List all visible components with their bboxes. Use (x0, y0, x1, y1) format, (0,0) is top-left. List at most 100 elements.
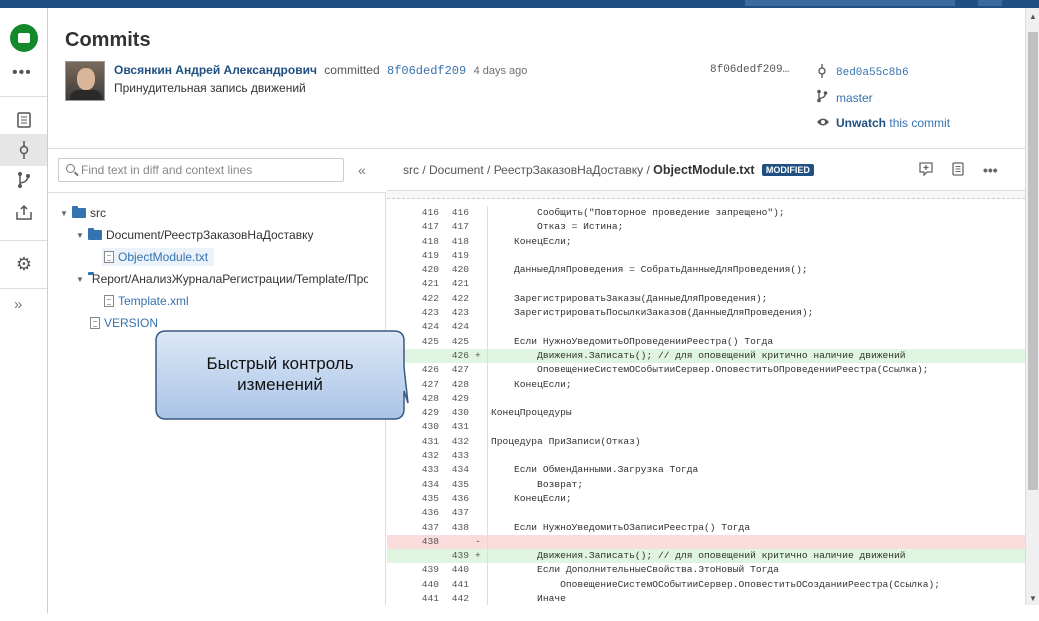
tree-folder-src[interactable]: ▼ src (60, 206, 106, 220)
diff-line[interactable]: 416 416 Сообщить("Повторное проведение за… (387, 206, 1025, 221)
diff-line[interactable]: 427 428 КонецЕсли; (387, 377, 1025, 392)
scroll-down-icon[interactable]: ▼ (1029, 594, 1037, 603)
watch-toggle[interactable]: Unwatch this commit (816, 116, 950, 130)
new-line-number[interactable]: 427 (441, 363, 469, 377)
new-line-number[interactable]: 418 (441, 235, 469, 249)
tree-file-objectmodule[interactable]: ObjectModule.txt (102, 248, 215, 266)
expanded-triangle-icon[interactable]: ▼ (76, 231, 84, 240)
settings-gear-icon[interactable]: ⚙ (12, 252, 36, 276)
top-bar-user-button[interactable] (978, 0, 1002, 6)
old-line-number[interactable]: 433 (387, 463, 439, 477)
old-line-number[interactable]: 420 (387, 263, 439, 277)
diff-line[interactable]: 437 438 Если НужноУведомитьОЗаписиРеестра… (387, 520, 1025, 535)
diff-line[interactable]: 432 433 (387, 449, 1025, 464)
parent-hash-link[interactable]: 8ed0a55c8b6 (836, 67, 909, 79)
source-icon[interactable] (12, 108, 36, 132)
new-line-number[interactable]: 420 (441, 263, 469, 277)
diff-line[interactable]: 423 423 ЗарегистрироватьПосылкиЗаказов(Да… (387, 306, 1025, 321)
old-line-number[interactable]: 441 (387, 592, 439, 605)
old-line-number[interactable]: 418 (387, 235, 439, 249)
unwatch-label[interactable]: Unwatch (836, 116, 886, 130)
more-actions-icon[interactable]: ••• (12, 64, 32, 82)
new-line-number[interactable]: 425 (441, 335, 469, 349)
diff-line[interactable]: 426 427 ОповещениеСистемОСобытииСервер.Оп… (387, 363, 1025, 378)
new-line-number[interactable]: 429 (441, 392, 469, 406)
author-link[interactable]: Овсянкин Андрей Александрович (114, 63, 317, 77)
add-comment-icon[interactable] (919, 162, 933, 179)
new-line-number[interactable]: 423 (441, 306, 469, 320)
scrollbar-thumb[interactable] (1028, 32, 1038, 490)
diff-line[interactable]: 418 418 КонецЕсли; (387, 234, 1025, 249)
pull-request-create-icon[interactable] (12, 200, 36, 224)
diff-line[interactable]: 425 425 Если НужноУведомитьОПроведенииРее… (387, 334, 1025, 349)
old-line-number[interactable]: 435 (387, 492, 439, 506)
old-line-number[interactable]: 434 (387, 478, 439, 492)
diff-search-box[interactable] (58, 158, 344, 182)
diff-line[interactable]: 420 420 ДанныеДляПроведения = СобратьДанн… (387, 263, 1025, 278)
diff-line[interactable]: 430 431 (387, 420, 1025, 435)
old-line-number[interactable]: 436 (387, 506, 439, 520)
diff-line[interactable]: 422 422 ЗарегистрироватьЗаказы(ДанныеДляП… (387, 291, 1025, 307)
diff-line[interactable]: 429 430 КонецПроцедуры (387, 406, 1025, 421)
new-line-number[interactable]: 431 (441, 420, 469, 434)
diff-line-added[interactable]: 439 + Движения.Записать(); // для оповеще… (387, 549, 1025, 564)
diff-line[interactable]: 431 432 Процедура ПриЗаписи(Отказ) (387, 434, 1025, 450)
new-line-number[interactable]: 424 (441, 320, 469, 334)
old-line-number[interactable]: 440 (387, 578, 439, 592)
watch-label-group[interactable]: Unwatch this commit (836, 116, 950, 130)
page-scrollbar[interactable]: ▲ ▼ (1025, 8, 1039, 605)
old-line-number[interactable]: 431 (387, 435, 439, 449)
commits-icon[interactable] (0, 134, 47, 166)
branches-icon[interactable] (12, 168, 36, 192)
tree-file-version[interactable]: VERSION (90, 316, 158, 330)
old-line-number[interactable]: 421 (387, 277, 439, 291)
more-options-icon[interactable]: ••• (983, 162, 998, 178)
expand-sidebar-icon[interactable]: » (14, 296, 22, 313)
old-line-number[interactable]: 416 (387, 206, 439, 220)
avatar[interactable] (65, 61, 105, 101)
tree-folder-report[interactable]: ▼ Report/АнализЖурналаРегистрации/Templa… (76, 272, 368, 286)
new-line-number[interactable]: 441 (441, 578, 469, 592)
diff-line[interactable]: 434 435 Возврат; (387, 477, 1025, 492)
new-line-number[interactable]: 439 (441, 549, 469, 563)
old-line-number[interactable]: 423 (387, 306, 439, 320)
repository-logo-icon[interactable] (10, 24, 38, 52)
new-line-number[interactable]: 421 (441, 277, 469, 291)
new-line-number[interactable]: 434 (441, 463, 469, 477)
old-line-number[interactable]: 439 (387, 563, 439, 577)
new-line-number[interactable]: 417 (441, 220, 469, 234)
old-line-number[interactable]: 417 (387, 220, 439, 234)
new-line-number[interactable]: 416 (441, 206, 469, 220)
diff-line[interactable]: 441 442 Иначе (387, 592, 1025, 605)
new-line-number[interactable]: 430 (441, 406, 469, 420)
diff-line[interactable]: 421 421 (387, 277, 1025, 292)
commit-hash-full[interactable]: 8f06dedf209… (710, 64, 789, 76)
diff-line-removed[interactable]: 438 - (387, 534, 1025, 550)
old-line-number[interactable]: 437 (387, 521, 439, 535)
commit-hash-link[interactable]: 8f06dedf209 (387, 64, 466, 78)
branch-link[interactable]: master (836, 91, 873, 105)
diff-line-added[interactable]: 426 + Движения.Записать(); // для оповеще… (387, 348, 1025, 364)
old-line-number[interactable]: 422 (387, 292, 439, 306)
new-line-number[interactable]: 437 (441, 506, 469, 520)
scroll-up-icon[interactable]: ▲ (1029, 12, 1037, 21)
diff-line[interactable]: 435 436 КонецЕсли; (387, 491, 1025, 507)
top-bar-button[interactable] (745, 0, 955, 6)
collapse-tree-icon[interactable]: « (358, 162, 366, 178)
old-line-number[interactable]: 432 (387, 449, 439, 463)
expanded-triangle-icon[interactable]: ▼ (76, 275, 84, 284)
new-line-number[interactable]: 435 (441, 478, 469, 492)
diff-line[interactable]: 439 440 Если ДополнительныеСвойства.ЭтоНо… (387, 563, 1025, 578)
new-line-number[interactable]: 442 (441, 592, 469, 605)
tree-file-template[interactable]: Template.xml (104, 294, 189, 308)
tree-folder-document[interactable]: ▼ Document/РеестрЗаказовНаДоставку (76, 228, 313, 242)
watch-suffix[interactable]: this commit (889, 116, 950, 130)
new-line-number[interactable]: 422 (441, 292, 469, 306)
new-line-number[interactable]: 436 (441, 492, 469, 506)
old-line-number[interactable]: 419 (387, 249, 439, 263)
diff-line[interactable]: 417 417 Отказ = Истина; (387, 220, 1025, 235)
new-line-number[interactable]: 428 (441, 378, 469, 392)
new-line-number[interactable]: 433 (441, 449, 469, 463)
new-line-number[interactable]: 426 (441, 349, 469, 363)
new-line-number[interactable]: 440 (441, 563, 469, 577)
